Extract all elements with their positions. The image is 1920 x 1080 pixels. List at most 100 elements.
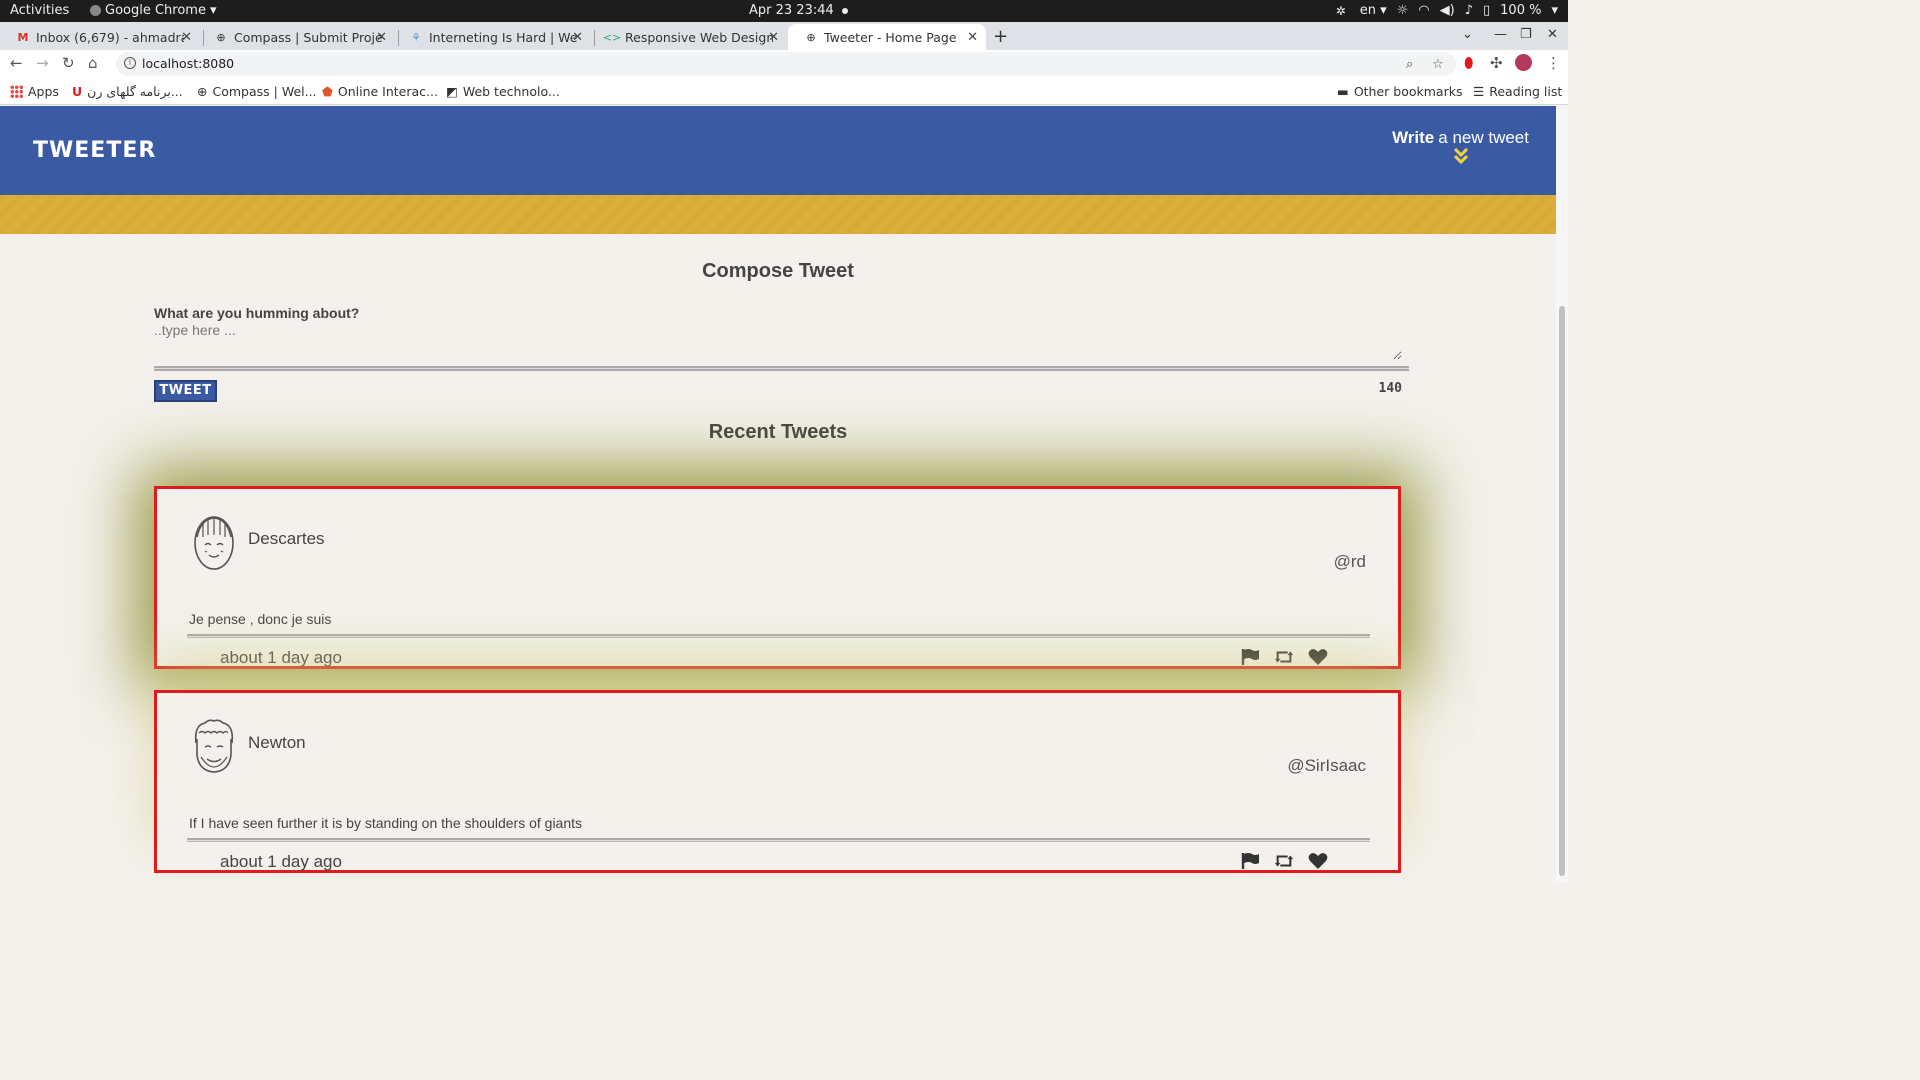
system-tray[interactable]: ✲ en ▾ ☼ ◠ ◀) ♪ ▯ 100 % ▾ [1336, 3, 1558, 18]
folder-icon: ▬ [1337, 84, 1349, 99]
opera-extension-icon[interactable]: ⬮ [1464, 54, 1473, 72]
page-scrollbar[interactable] [1556, 106, 1568, 882]
heart-icon[interactable] [1308, 648, 1328, 666]
language-indicator[interactable]: en ▾ [1360, 3, 1387, 18]
app-menu[interactable]: Google Chrome ▾ [90, 3, 217, 18]
tweet-textarea[interactable] [154, 322, 1402, 360]
system-top-bar: Activities Google Chrome ▾ Apr 23 23:44 … [0, 0, 1568, 22]
microphone-icon[interactable]: ♪ [1465, 3, 1473, 18]
url-text[interactable]: localhost:8080 [142, 56, 234, 71]
back-icon[interactable]: ← [10, 54, 23, 72]
avatar [194, 516, 234, 570]
tab-label: Tweeter - Home Page [824, 29, 957, 45]
zoom-icon[interactable]: ⌕ [1406, 57, 1413, 72]
tweet-card: Descartes @rd Je pense , donc je suis ab… [154, 486, 1401, 669]
close-tab-icon[interactable]: ✕ [967, 30, 978, 45]
write-rest-label: a new tweet [1438, 128, 1529, 147]
tab-label: Responsive Web Design P [625, 29, 773, 45]
caret-down-icon: ▾ [209, 3, 217, 18]
close-tab-icon[interactable]: ✕ [572, 30, 583, 45]
tweet-divider [187, 838, 1370, 842]
close-tab-icon[interactable]: ✕ [181, 30, 192, 45]
tab-label: Compass | Submit Project [234, 29, 382, 45]
bookmark-item[interactable]: ⊕ Compass | Wel... [197, 84, 317, 99]
site-logo[interactable]: TWEETER [33, 138, 156, 163]
tweet-divider [187, 634, 1370, 638]
gmail-icon: M [17, 30, 29, 44]
tweet-author-handle: @rd [1333, 552, 1366, 571]
double-chevron-down-icon[interactable] [1392, 147, 1529, 165]
write-tweet-toggle[interactable]: Write a new tweet [1392, 128, 1529, 165]
tweet-text: If I have seen further it is by standing… [189, 815, 583, 831]
omnibox[interactable]: i localhost:8080 ⌕ ☆ [116, 52, 1456, 76]
bookmark-apps[interactable]: Apps [10, 84, 59, 99]
wifi-icon[interactable]: ◠ [1418, 3, 1429, 18]
power-menu-icon[interactable]: ▾ [1551, 3, 1558, 18]
bookmark-star-icon[interactable]: ☆ [1432, 57, 1444, 72]
flag-icon[interactable] [1240, 852, 1260, 870]
tab-tweeter[interactable]: ⊕ Tweeter - Home Page ✕ [788, 24, 986, 50]
extensions-icon[interactable]: ✣ [1490, 54, 1503, 72]
battery-icon[interactable]: ▯ [1483, 3, 1490, 18]
retweet-icon[interactable] [1274, 852, 1294, 870]
window-close-icon[interactable]: ✕ [1547, 27, 1558, 42]
compose-title: Compose Tweet [702, 260, 854, 282]
globe-icon: ⊕ [197, 84, 208, 99]
retweet-icon[interactable] [1274, 648, 1294, 666]
chrome-icon [90, 5, 101, 16]
site-navbar: TWEETER Write a new tweet [0, 106, 1556, 195]
interneting-icon: ⚘ [411, 30, 421, 44]
menu-kebab-icon[interactable]: ⋮ [1546, 54, 1561, 72]
battery-level[interactable]: 100 % [1500, 3, 1541, 18]
char-counter: 140 [1378, 381, 1402, 396]
address-toolbar: ← → ↻ ⌂ i localhost:8080 ⌕ ☆ ⬮ ✣ ⋮ [0, 50, 1568, 78]
bookmark-favicon-icon: ◩ [446, 84, 458, 99]
tweet-timestamp: about 1 day ago [220, 648, 342, 667]
restore-icon[interactable]: ❐ [1520, 27, 1532, 42]
app-name: Google Chrome [105, 3, 206, 18]
clock[interactable]: Apr 23 23:44 [749, 3, 848, 18]
home-icon[interactable]: ⌂ [88, 54, 98, 72]
bookmark-item[interactable]: U برنامه گلهای رن... [72, 84, 183, 99]
avatar [194, 719, 234, 773]
forward-icon[interactable]: → [36, 54, 49, 72]
new-tab-icon[interactable]: + [993, 26, 1008, 47]
compose-divider [154, 366, 1409, 371]
tab-compass[interactable]: ⊕ Compass | Submit Project ✕ [198, 24, 395, 50]
heart-icon[interactable] [1308, 852, 1328, 870]
tab-label: Inbox (6,679) - ahmadrada [36, 29, 184, 45]
bookmark-item[interactable]: ⬟ Online Interac... [322, 84, 438, 99]
recent-tweets-title: Recent Tweets [708, 421, 848, 443]
slack-icon[interactable]: ✲ [1336, 4, 1350, 18]
tab-gmail[interactable]: M Inbox (6,679) - ahmadrada ✕ [0, 24, 200, 50]
tab-responsive[interactable]: <> Responsive Web Design P ✕ [589, 24, 787, 50]
tab-interneting[interactable]: ⚘ Interneting Is Hard | Web ✕ [393, 24, 591, 50]
minimize-icon[interactable]: — [1494, 27, 1507, 42]
flag-icon[interactable] [1240, 648, 1260, 666]
scrollbar-thumb[interactable] [1559, 306, 1565, 876]
profile-avatar-icon[interactable] [1515, 54, 1532, 75]
tweet-timestamp: about 1 day ago [220, 852, 342, 871]
tweet-actions [1240, 648, 1328, 666]
tweet-actions [1240, 852, 1328, 870]
brightness-icon[interactable]: ☼ [1397, 3, 1409, 18]
tweet-card: Newton @SirIsaac If I have seen further … [154, 690, 1401, 873]
tweet-button[interactable]: TWEET [154, 380, 217, 402]
bookmark-favicon-icon: ⬟ [322, 84, 333, 99]
volume-icon[interactable]: ◀) [1440, 3, 1455, 18]
bookmark-other[interactable]: ▬ Other bookmarks [1337, 84, 1462, 99]
reading-list[interactable]: ☰ Reading list [1473, 84, 1562, 99]
compose-prompt: What are you humming about? [154, 305, 360, 321]
tab-search-icon[interactable]: ⌄ [1462, 27, 1473, 42]
reload-icon[interactable]: ↻ [62, 54, 75, 72]
bookmark-item[interactable]: ◩ Web technolo... [446, 84, 560, 99]
tab-label: Interneting Is Hard | Web [429, 29, 577, 45]
close-tab-icon[interactable]: ✕ [376, 30, 387, 45]
code-icon: <> [602, 30, 622, 44]
close-tab-icon[interactable]: ✕ [768, 30, 779, 45]
site-info-icon[interactable]: i [124, 57, 136, 69]
activities-button[interactable]: Activities [10, 3, 69, 18]
tweet-text: Je pense , donc je suis [189, 611, 332, 627]
header-accent-band [0, 195, 1556, 234]
apps-grid-icon [10, 85, 23, 98]
